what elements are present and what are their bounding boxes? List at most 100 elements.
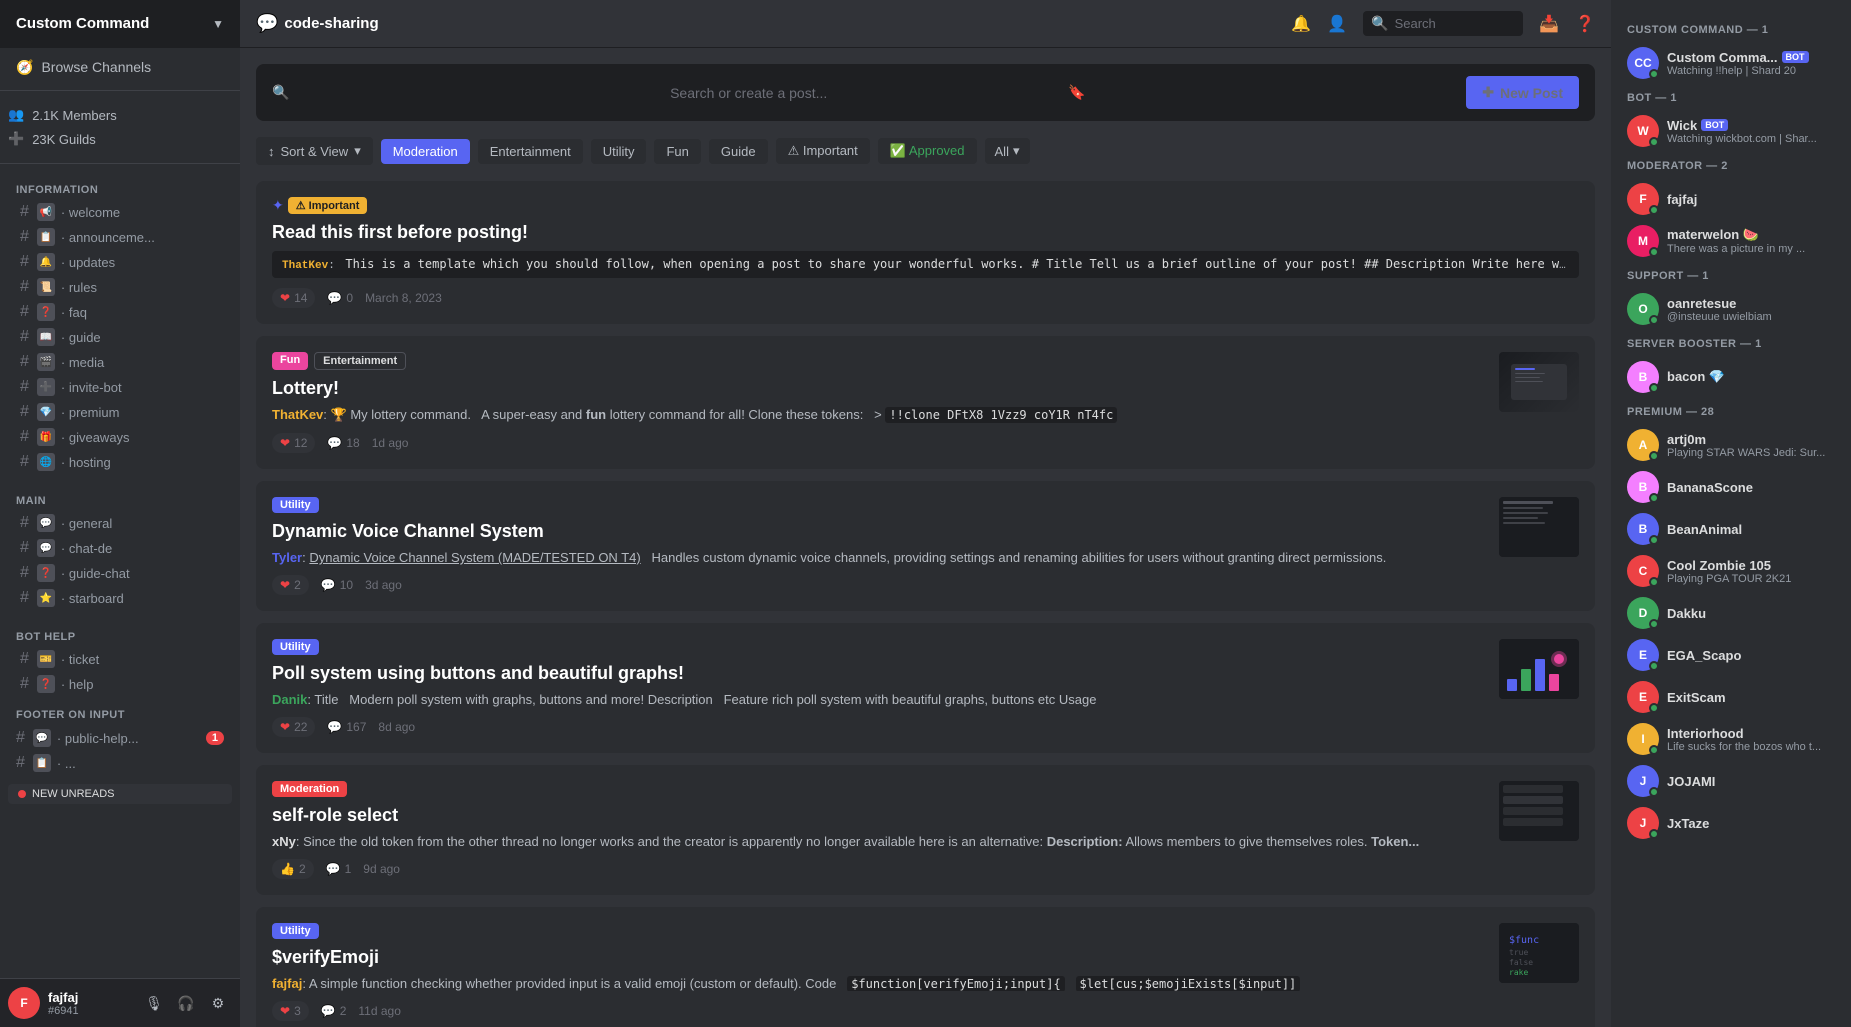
author: fajfaj [272,976,302,991]
avatar: E [1627,681,1659,713]
settings-icon[interactable]: ⚙ [204,989,232,1017]
channel-guide-chat[interactable]: #❓ · guide-chat [12,561,228,585]
filter-fun[interactable]: Fun [654,139,700,164]
comments: 💬 18 [327,436,359,450]
member-ega-scapo[interactable]: E EGA_Scapo [1619,634,1843,676]
post-thumbnail [1499,497,1579,557]
divider [0,90,240,91]
notification-icon[interactable]: 🔔 [1291,14,1311,34]
post-title: $verifyEmoji [272,947,1579,968]
channel-premium[interactable]: #💎 · premium [12,400,228,424]
member-exitscam[interactable]: E ExitScam [1619,676,1843,718]
channel-guide[interactable]: #📖 · guide [12,325,228,349]
member-dakku[interactable]: D Dakku [1619,592,1843,634]
member-fajfaj[interactable]: F fajfaj [1619,178,1843,220]
member-name: bacon 💎 [1667,369,1725,385]
avatar: F [1627,183,1659,215]
channel-hosting[interactable]: #🌐 · hosting [12,450,228,474]
author: ThatKev [282,260,328,272]
channel-public-help[interactable]: #💬 · public-help... 1 [8,726,232,750]
members-stat[interactable]: 👥 2.1K Members [0,103,240,127]
comment-icon: 💬 [326,862,341,876]
channel-starboard[interactable]: #⭐ · starboard [12,586,228,610]
filter-guide[interactable]: Guide [709,139,768,164]
member-interiorhood[interactable]: I Interiorhood Life sucks for the bozos … [1619,718,1843,760]
filter-all[interactable]: All ▾ [985,138,1030,164]
channel-media[interactable]: #🎬 · media [12,350,228,374]
avatar: CC [1627,47,1659,79]
comment-count: 0 [346,291,353,305]
post-content: fajfaj: A simple function checking wheth… [272,976,1479,991]
search-input[interactable] [1395,16,1516,31]
post-content: ThatKev: 🏆 My lottery command. A super-e… [272,407,1479,423]
avatar: D [1627,597,1659,629]
inbox-icon[interactable]: 📥 [1539,14,1559,34]
member-beananimal[interactable]: B BeanAnimal [1619,508,1843,550]
channel-giveaways[interactable]: #🎁 · giveaways [12,425,228,449]
filter-utility[interactable]: Utility [591,139,647,164]
member-jojami[interactable]: J JOJAMI [1619,760,1843,802]
member-artj0m[interactable]: A artj0m Playing STAR WARS Jedi: Sur... [1619,424,1843,466]
comment-icon: 💬 [321,578,336,592]
member-wick[interactable]: W Wick BOT Watching wickbot.com | Shar..… [1619,110,1843,152]
filter-important[interactable]: ⚠ Important [776,138,870,164]
channel-chat-de[interactable]: #💬 · chat-de [12,536,228,560]
headphones-icon[interactable]: 🎧 [172,989,200,1017]
post-card-1[interactable]: ✦ ⚠ Important Read this first before pos… [256,181,1595,324]
channel-general[interactable]: #💬 · general [12,511,228,535]
post-card-3[interactable]: Utility Dynamic Voice Channel System Tyl… [256,481,1595,611]
channel-ticket[interactable]: #🎫 · ticket [12,647,228,671]
sidebar: Custom Command ▼ 🧭 Browse Channels 👥 2.1… [0,0,240,1027]
new-unreads-button[interactable]: NEW UNREADS [8,784,232,804]
bot-badge: BOT [1701,119,1728,131]
new-post-button[interactable]: ✚ New Post [1466,76,1579,109]
guilds-stat[interactable]: ➕ 23K Guilds [0,127,240,151]
member-name-row: fajfaj [1667,192,1697,207]
status-indicator [1649,247,1659,257]
filter-moderation[interactable]: Moderation [381,139,470,164]
member-cool-zombie[interactable]: C Cool Zombie 105 Playing PGA TOUR 2K21 [1619,550,1843,592]
member-bacon[interactable]: B bacon 💎 [1619,356,1843,398]
status-indicator [1649,787,1659,797]
filter-bar: ↕ Sort & View ▾ Moderation Entertainment… [256,137,1595,165]
post-search-bar[interactable]: 🔍 Search or create a post... 🔖 ✚ New Pos… [256,64,1595,121]
bot-help-section: Bot Help #🎫 · ticket #❓ · help [0,615,240,701]
channel-help[interactable]: #❓ · help [12,672,228,696]
comments: 💬 2 [321,1004,347,1018]
post-tags: Utility [272,923,1579,939]
sort-view-button[interactable]: ↕ Sort & View ▾ [256,137,373,165]
channel-title: 💬 code-sharing [256,13,379,34]
help-icon[interactable]: ❓ [1575,14,1595,34]
post-card-2[interactable]: Fun Entertainment Lottery! ThatKev: 🏆 My… [256,336,1595,469]
channel-unknown[interactable]: #📋 · ... [8,751,232,775]
browse-channels-item[interactable]: 🧭 Browse Channels [0,48,240,86]
comment-count: 1 [345,862,352,876]
post-card-5[interactable]: Moderation self-role select xNy: Since t… [256,765,1595,895]
mic-icon[interactable]: 🎙 [140,989,168,1017]
channel-announcements[interactable]: #📋 · announceme... [12,225,228,249]
member-info: Dakku [1667,605,1706,621]
post-title: Lottery! [272,378,1579,399]
member-info: JxTaze [1667,815,1709,831]
member-jxtaze[interactable]: J JxTaze [1619,802,1843,844]
post-card-6[interactable]: $functruefalserake Utility $verifyEmoji … [256,907,1595,1027]
channel-faq[interactable]: #❓ · faq [12,300,228,324]
member-materwelon[interactable]: M materwelon 🍉 There was a picture in my… [1619,220,1843,262]
member-oanretesue[interactable]: O oanretesue @insteuue uwielbiam [1619,288,1843,330]
header-search[interactable]: 🔍 [1363,11,1523,36]
server-header[interactable]: Custom Command ▼ [0,0,240,48]
filter-entertainment[interactable]: Entertainment [478,139,583,164]
status-indicator [1649,205,1659,215]
member-bananascone[interactable]: B BananaScone [1619,466,1843,508]
members-icon[interactable]: 👤 [1327,14,1347,34]
channel-invite-bot[interactable]: #➕ · invite-bot [12,375,228,399]
user-info: F fajfaj #6941 [8,987,79,1019]
channel-rules[interactable]: #📜 · rules [12,275,228,299]
member-name: JOJAMI [1667,774,1715,789]
channel-updates[interactable]: #🔔 · updates [12,250,228,274]
member-custom-command-bot[interactable]: CC Custom Comma... BOT Watching !!help |… [1619,42,1843,84]
channel-welcome[interactable]: #📢 · welcome [12,200,228,224]
post-card-4[interactable]: Utility Poll system using buttons and be… [256,623,1595,753]
unread-dot [18,790,26,798]
filter-approved[interactable]: ✅ Approved [878,138,977,164]
